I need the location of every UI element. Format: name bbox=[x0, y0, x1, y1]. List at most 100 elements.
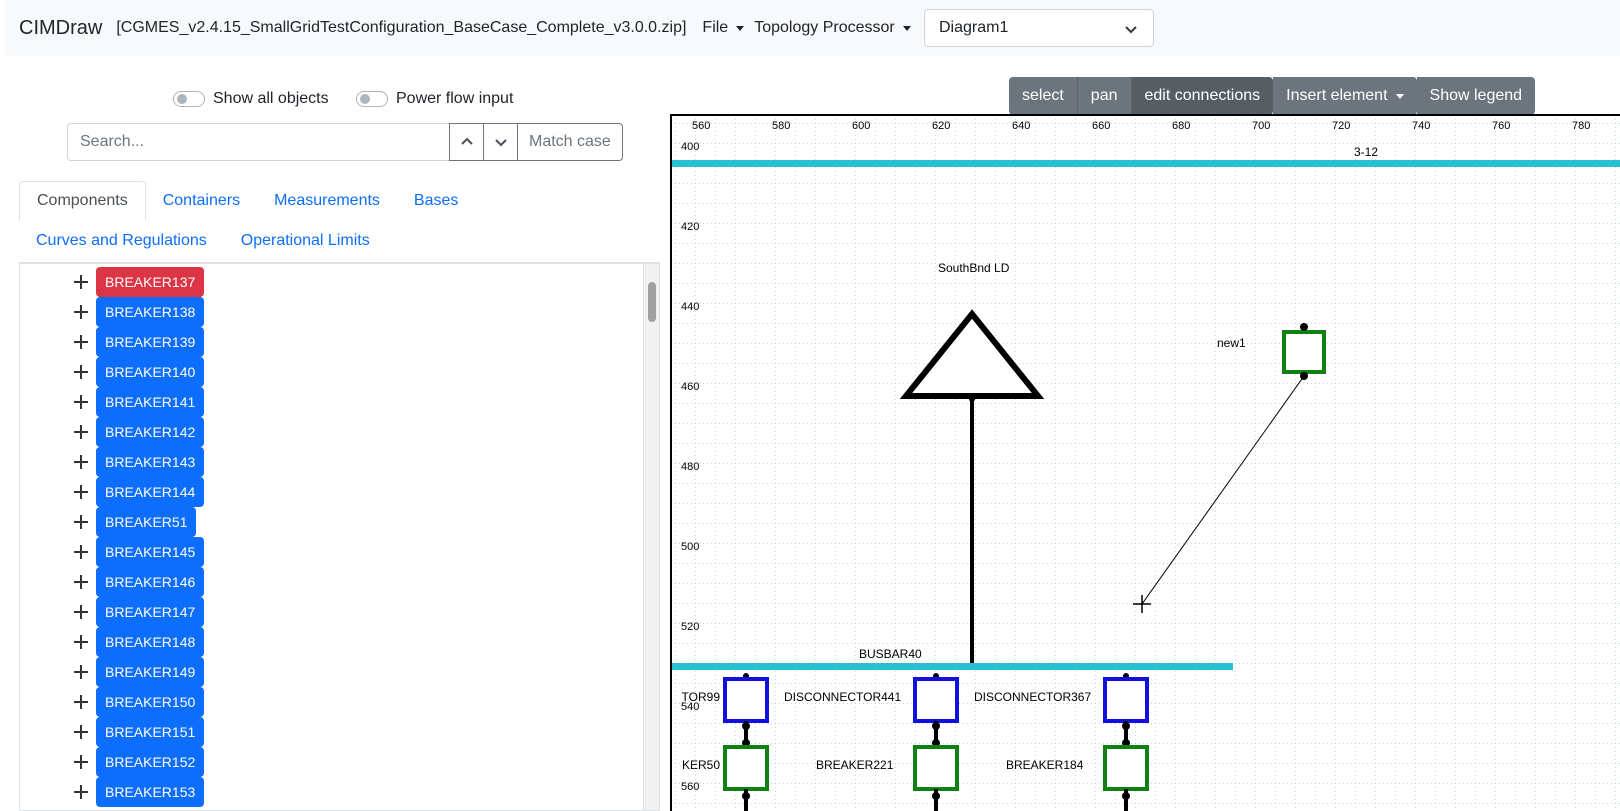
expand-plus-icon[interactable] bbox=[74, 575, 88, 589]
diagram-canvas[interactable]: 560 580 600 620 640 660 680 700 720 740 760 780 400… bbox=[670, 114, 1620, 811]
expand-plus-icon[interactable] bbox=[74, 305, 88, 319]
disconnector-mid-label: DISCONNECTOR441 bbox=[784, 690, 901, 704]
pan-mode-button[interactable]: pan bbox=[1077, 77, 1132, 115]
terminal-icon[interactable] bbox=[1300, 323, 1308, 331]
caret-down-icon bbox=[902, 25, 911, 31]
disconnector-icon[interactable] bbox=[1103, 677, 1149, 723]
tab-row-1: Components Containers Measurements Bases bbox=[19, 181, 660, 221]
diagram-svg[interactable]: 560 580 600 620 640 660 680 700 720 740 760 780 400… bbox=[672, 116, 1620, 811]
tree-item-badge[interactable]: BREAKER142 bbox=[96, 417, 205, 447]
tree-item-badge[interactable]: BREAKER137 bbox=[96, 267, 205, 297]
topology-menu-label: Topology Processor bbox=[754, 19, 895, 36]
terminal-icon[interactable] bbox=[1122, 792, 1130, 800]
y-tick-label: 440 bbox=[681, 301, 699, 313]
expand-plus-icon[interactable] bbox=[74, 335, 88, 349]
expand-plus-icon[interactable] bbox=[74, 365, 88, 379]
tree-item-badge[interactable]: BREAKER51 bbox=[96, 507, 197, 537]
expand-plus-icon[interactable] bbox=[74, 455, 88, 469]
insert-element-button[interactable]: Insert element bbox=[1273, 77, 1417, 115]
tree-item-badge[interactable]: BREAKER140 bbox=[96, 357, 205, 387]
y-tick-label: 500 bbox=[681, 541, 699, 553]
expand-plus-icon[interactable] bbox=[74, 485, 88, 499]
tab-row-2: Curves and Regulations Operational Limit… bbox=[19, 221, 660, 261]
breaker-right-label: BREAKER184 bbox=[1006, 758, 1084, 772]
terminal-icon[interactable] bbox=[932, 722, 940, 730]
expand-plus-icon[interactable] bbox=[74, 695, 88, 709]
select-mode-button[interactable]: select bbox=[1009, 77, 1078, 115]
app-brand[interactable]: CIMDraw bbox=[19, 17, 102, 40]
switch-icon[interactable] bbox=[173, 91, 205, 107]
edit-connections-button[interactable]: edit connections bbox=[1131, 77, 1274, 115]
tab-containers[interactable]: Containers bbox=[146, 181, 257, 221]
x-tick-label: 780 bbox=[1572, 120, 1590, 132]
tree-item-badge[interactable]: BREAKER141 bbox=[96, 387, 205, 417]
x-tick-label: 680 bbox=[1172, 120, 1190, 132]
tab-curves-and-regulations[interactable]: Curves and Regulations bbox=[19, 221, 224, 261]
tab-bases[interactable]: Bases bbox=[397, 181, 475, 221]
file-menu[interactable]: File bbox=[702, 19, 745, 37]
tree-item-badge[interactable]: BREAKER143 bbox=[96, 447, 205, 477]
expand-plus-icon[interactable] bbox=[74, 785, 88, 799]
terminal-icon[interactable] bbox=[932, 792, 940, 800]
busbar40[interactable] bbox=[672, 663, 1233, 670]
new-breaker-icon[interactable] bbox=[1282, 330, 1326, 374]
expand-plus-icon[interactable] bbox=[74, 545, 88, 559]
tree-item-badge[interactable]: BREAKER151 bbox=[96, 717, 205, 747]
search-input[interactable]: Search... bbox=[67, 123, 450, 161]
tree-item-badge[interactable]: BREAKER144 bbox=[96, 477, 205, 507]
tree-item-badge[interactable]: BREAKER147 bbox=[96, 597, 205, 627]
tree-item-badge[interactable]: BREAKER146 bbox=[96, 567, 205, 597]
tree-item-badge[interactable]: BREAKER150 bbox=[96, 687, 205, 717]
loaded-filename: [CGMES_v2.4.15_SmallGridTestConfiguratio… bbox=[116, 19, 687, 36]
disconnector-icon[interactable] bbox=[723, 677, 769, 723]
expand-plus-icon[interactable] bbox=[74, 665, 88, 679]
show-all-objects-label: Show all objects bbox=[213, 90, 329, 107]
diagram-select[interactable]: Diagram1 bbox=[924, 9, 1154, 47]
match-case-button[interactable]: Match case bbox=[518, 123, 623, 161]
load-label: SouthBnd LD bbox=[938, 261, 1010, 275]
expand-plus-icon[interactable] bbox=[74, 635, 88, 649]
expand-plus-icon[interactable] bbox=[74, 425, 88, 439]
x-tick-label: 640 bbox=[1012, 120, 1030, 132]
expand-plus-icon[interactable] bbox=[74, 275, 88, 289]
top-line-3-12[interactable] bbox=[672, 160, 1620, 167]
expand-plus-icon[interactable] bbox=[74, 725, 88, 739]
power-flow-input-toggle[interactable]: Power flow input bbox=[356, 90, 513, 108]
tree-item-badge[interactable]: BREAKER139 bbox=[96, 327, 205, 357]
tree-item-badge[interactable]: BREAKER138 bbox=[96, 297, 205, 327]
new-breaker-label: new1 bbox=[1217, 336, 1246, 350]
tab-components[interactable]: Components bbox=[19, 181, 146, 221]
chevron-down-icon bbox=[494, 139, 507, 147]
breaker-icon[interactable] bbox=[723, 745, 769, 791]
show-legend-button[interactable]: Show legend bbox=[1416, 77, 1536, 115]
scrollbar-thumb[interactable] bbox=[648, 282, 656, 322]
x-tick-label: 660 bbox=[1092, 120, 1110, 132]
x-tick-label: 600 bbox=[852, 120, 870, 132]
tree-item-badge[interactable]: BREAKER153 bbox=[96, 777, 205, 807]
tree-item-badge[interactable]: BREAKER148 bbox=[96, 627, 205, 657]
topology-processor-menu[interactable]: Topology Processor bbox=[754, 19, 911, 37]
breaker-icon[interactable] bbox=[913, 745, 959, 791]
tree-item-badge[interactable]: BREAKER145 bbox=[96, 537, 205, 567]
search-next-button[interactable] bbox=[483, 123, 518, 161]
expand-plus-icon[interactable] bbox=[74, 515, 88, 529]
breaker-icon[interactable] bbox=[1103, 745, 1149, 791]
tree-item-badge[interactable]: BREAKER149 bbox=[96, 657, 205, 687]
terminal-icon[interactable] bbox=[1122, 722, 1130, 730]
tree-scrollbar[interactable] bbox=[643, 264, 659, 810]
tree-item-badge[interactable]: BREAKER152 bbox=[96, 747, 205, 777]
top-line-label: 3-12 bbox=[1354, 145, 1378, 159]
show-all-objects-toggle[interactable]: Show all objects bbox=[173, 90, 329, 108]
tab-measurements[interactable]: Measurements bbox=[257, 181, 397, 221]
expand-plus-icon[interactable] bbox=[74, 605, 88, 619]
disconnector-icon[interactable] bbox=[913, 677, 959, 723]
tab-operational-limits[interactable]: Operational Limits bbox=[224, 221, 387, 261]
switch-icon[interactable] bbox=[356, 91, 388, 107]
disconnector-right-label: DISCONNECTOR367 bbox=[974, 690, 1091, 704]
expand-plus-icon[interactable] bbox=[74, 755, 88, 769]
terminal-icon[interactable] bbox=[742, 722, 750, 730]
terminal-icon[interactable] bbox=[742, 792, 750, 800]
expand-plus-icon[interactable] bbox=[74, 395, 88, 409]
x-tick-label: 760 bbox=[1492, 120, 1510, 132]
search-prev-button[interactable] bbox=[449, 123, 484, 161]
